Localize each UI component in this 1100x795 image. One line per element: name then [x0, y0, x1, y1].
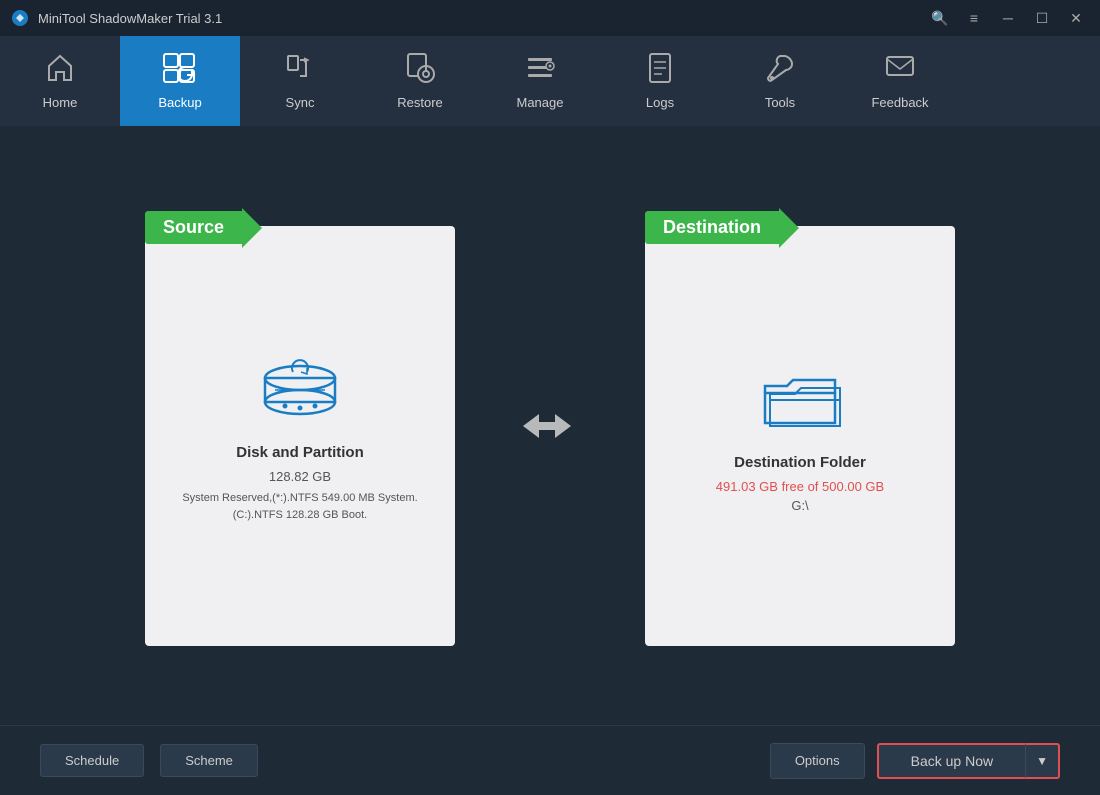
destination-title: Destination Folder [734, 454, 866, 471]
nav-restore[interactable]: Restore [360, 36, 480, 126]
nav-logs[interactable]: Logs [600, 36, 720, 126]
nav-backup[interactable]: Backup [120, 36, 240, 126]
feedback-icon [884, 52, 916, 89]
logs-icon [644, 52, 676, 89]
schedule-button[interactable]: Schedule [40, 744, 144, 777]
scheme-button[interactable]: Scheme [160, 744, 258, 777]
footer-right: Options Back up Now ▼ [770, 743, 1060, 779]
restore-icon [404, 52, 436, 89]
source-title: Disk and Partition [236, 444, 364, 461]
manage-icon [524, 52, 556, 89]
source-card-body: Disk and Partition 128.82 GB System Rese… [145, 226, 455, 646]
nav-feedback[interactable]: Feedback [840, 36, 960, 126]
source-label-arrow [242, 208, 262, 248]
tools-icon [764, 52, 796, 89]
home-icon [44, 52, 76, 89]
app-logo [10, 8, 30, 28]
source-label: Source [145, 211, 242, 244]
backup-now-button[interactable]: Back up Now [877, 743, 1025, 779]
nav-backup-label: Backup [158, 95, 201, 110]
titlebar: MiniTool ShadowMaker Trial 3.1 🔍 ≡ ─ ☐ ✕ [0, 0, 1100, 36]
options-button[interactable]: Options [770, 743, 865, 779]
source-detail: System Reserved,(*:).NTFS 549.00 MB Syst… [182, 490, 417, 523]
nav-tools-label: Tools [765, 95, 795, 110]
maximize-btn[interactable]: ☐ [1028, 8, 1056, 28]
direction-arrow [515, 406, 585, 446]
destination-card-header: Destination [645, 208, 799, 248]
nav-logs-label: Logs [646, 95, 674, 110]
source-card-header: Source [145, 208, 262, 248]
close-btn[interactable]: ✕ [1062, 8, 1090, 28]
nav-manage[interactable]: Manage [480, 36, 600, 126]
search-btn[interactable]: 🔍 [926, 8, 954, 28]
nav-home-label: Home [43, 95, 78, 110]
footer-left: Schedule Scheme [40, 744, 258, 777]
window-controls: 🔍 ≡ ─ ☐ ✕ [926, 8, 1090, 28]
destination-path: G:\ [791, 498, 808, 513]
minimize-btn[interactable]: ─ [994, 8, 1022, 28]
backup-icon [162, 52, 198, 89]
main-content: Source Disk and Partition 128.82 GB [0, 126, 1100, 725]
nav-feedback-label: Feedback [871, 95, 928, 110]
nav-sync[interactable]: Sync [240, 36, 360, 126]
navbar: Home Backup Sync [0, 36, 1100, 126]
destination-card-body: Destination Folder 491.03 GB free of 500… [645, 226, 955, 646]
destination-free: 491.03 GB free of 500.00 GB [716, 479, 884, 494]
nav-home[interactable]: Home [0, 36, 120, 126]
nav-restore-label: Restore [397, 95, 443, 110]
sync-icon [284, 52, 316, 89]
nav-manage-label: Manage [517, 95, 564, 110]
disk-icon [255, 348, 345, 428]
source-card[interactable]: Source Disk and Partition 128.82 GB [145, 226, 455, 646]
titlebar-left: MiniTool ShadowMaker Trial 3.1 [10, 8, 222, 28]
nav-tools[interactable]: Tools [720, 36, 840, 126]
folder-icon [755, 358, 845, 438]
nav-sync-label: Sync [286, 95, 315, 110]
source-size: 128.82 GB [269, 469, 331, 484]
destination-label: Destination [645, 211, 779, 244]
destination-label-arrow [779, 208, 799, 248]
backup-dropdown-button[interactable]: ▼ [1025, 743, 1060, 779]
footer: Schedule Scheme Options Back up Now ▼ [0, 725, 1100, 795]
app-title: MiniTool ShadowMaker Trial 3.1 [38, 11, 222, 26]
destination-card[interactable]: Destination Destination Folder 491.03 GB… [645, 226, 955, 646]
menu-btn[interactable]: ≡ [960, 8, 988, 28]
